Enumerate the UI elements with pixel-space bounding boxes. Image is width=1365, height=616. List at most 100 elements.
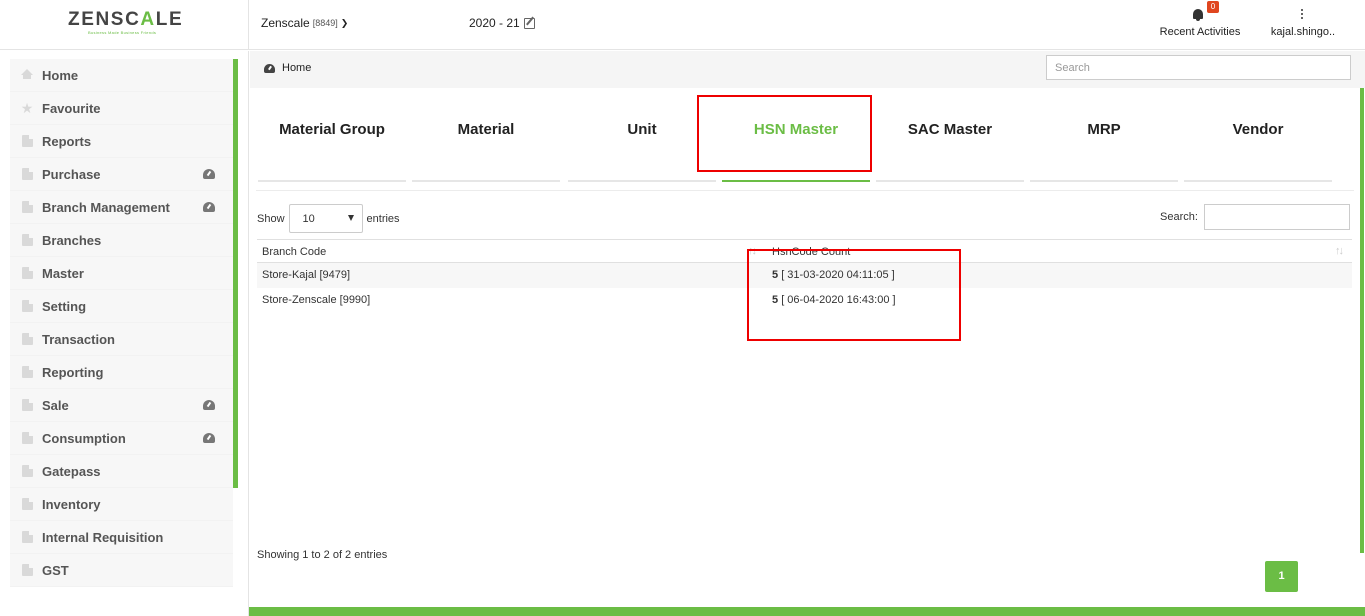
sidebar-item-internal-requisition[interactable]: Internal Requisition — [10, 521, 233, 554]
tab-material[interactable]: Material — [412, 95, 560, 183]
tab-underline — [1030, 180, 1178, 182]
search-input[interactable] — [1046, 55, 1351, 80]
sort-icon[interactable]: ↑↓ — [1335, 245, 1344, 257]
folder-icon — [20, 333, 34, 345]
sidebar-menu: Home ★ Favourite Reports Purchase Branch… — [10, 59, 233, 587]
tab-underline — [412, 180, 560, 182]
column-branch-code[interactable]: Branch Code — [262, 246, 326, 258]
sidebar-item-setting[interactable]: Setting — [10, 290, 233, 323]
sidebar-item-reporting[interactable]: Reporting — [10, 356, 233, 389]
dashboard-icon[interactable] — [203, 169, 215, 179]
table-search-input[interactable] — [1203, 204, 1350, 230]
tab-label: SAC Master — [907, 121, 993, 138]
sidebar-item-home[interactable]: Home — [10, 59, 233, 92]
folder-icon — [20, 564, 34, 576]
tab-vendor[interactable]: Vendor — [1184, 95, 1332, 183]
company-selector[interactable]: Zenscale [8849] ❯ — [261, 16, 348, 30]
footer-bar — [249, 607, 1365, 616]
recent-activities-button[interactable]: 0 Recent Activities — [1150, 1, 1250, 47]
tab-mrp[interactable]: MRP — [1030, 95, 1178, 183]
highlight-box — [697, 95, 872, 172]
sidebar-item-consumption[interactable]: Consumption — [10, 422, 233, 455]
fiscal-year-label: 2020 - 21 — [469, 16, 520, 30]
sidebar-item-gatepass[interactable]: Gatepass — [10, 455, 233, 488]
pagination-page-button[interactable]: 1 — [1265, 561, 1298, 592]
page-length-select[interactable]: 10 — [288, 204, 363, 233]
sidebar-item-inventory[interactable]: Inventory — [10, 488, 233, 521]
folder-icon — [20, 432, 34, 444]
tab-material-group[interactable]: Material Group — [258, 95, 406, 183]
branch-code-cell: Store-Kajal [9479] — [262, 269, 351, 281]
show-label: Show — [257, 212, 285, 225]
tab-unit[interactable]: Unit — [568, 95, 716, 183]
sidebar-item-gst[interactable]: GST — [10, 554, 233, 587]
file-icon — [20, 135, 34, 147]
sidebar-item-label: Gatepass — [42, 463, 101, 479]
branch-code-cell: Store-Zenscale [9990] — [262, 294, 371, 306]
sidebar-item-master[interactable]: Master — [10, 257, 233, 290]
folder-icon — [20, 465, 34, 477]
sidebar-item-reports[interactable]: Reports — [10, 125, 233, 158]
page-length-control: Show 10 entries — [257, 204, 400, 233]
more-vertical-icon — [1301, 9, 1304, 20]
user-menu[interactable]: kajal.shingo.. — [1265, 3, 1341, 47]
recent-activities-label: Recent Activities — [1159, 26, 1241, 38]
dashboard-icon[interactable] — [203, 433, 215, 443]
sidebar-item-label: Branches — [42, 232, 102, 248]
logo[interactable]: ZENSCALE Business Made Business Friends — [0, 0, 249, 50]
company-name: Zenscale — [261, 16, 310, 30]
sidebar-item-label: Sale — [42, 397, 69, 413]
user-name: kajal.shingo.. — [1270, 26, 1336, 38]
sidebar: Home ★ Favourite Reports Purchase Branch… — [0, 51, 249, 616]
folder-icon — [20, 531, 34, 543]
sidebar-item-label: GST — [42, 562, 69, 578]
sidebar-item-label: Master — [42, 265, 84, 281]
folder-icon — [20, 201, 34, 213]
dashboard-icon[interactable] — [203, 202, 215, 212]
sidebar-item-branches[interactable]: Branches — [10, 224, 233, 257]
sidebar-item-label: Internal Requisition — [42, 529, 164, 545]
folder-icon — [20, 498, 34, 510]
tab-label: Material — [457, 121, 515, 138]
sidebar-item-purchase[interactable]: Purchase — [10, 158, 233, 191]
fiscal-year[interactable]: 2020 - 21 — [469, 16, 535, 30]
folder-icon — [20, 267, 34, 279]
tab-sac-master[interactable]: SAC Master — [876, 95, 1024, 183]
sidebar-scrollbar[interactable] — [233, 59, 238, 488]
notification-badge: 0 — [1207, 1, 1219, 13]
breadcrumb-label: Home — [282, 62, 312, 74]
tab-underline — [722, 180, 870, 182]
sidebar-item-label: Inventory — [42, 496, 101, 512]
folder-icon — [20, 399, 34, 411]
breadcrumb-home[interactable]: Home — [264, 62, 311, 74]
sidebar-item-label: Reports — [42, 133, 92, 149]
tab-label: Vendor — [1232, 121, 1284, 138]
sidebar-item-sale[interactable]: Sale — [10, 389, 233, 422]
sidebar-item-branch-management[interactable]: Branch Management — [10, 191, 233, 224]
dashboard-icon — [264, 63, 275, 73]
tab-underline — [568, 180, 716, 182]
sidebar-item-label: Setting — [42, 298, 87, 314]
search-label: Search: — [1160, 211, 1198, 223]
tab-underline — [876, 180, 1024, 182]
dashboard-icon[interactable] — [203, 400, 215, 410]
highlight-box — [747, 249, 961, 341]
logo-tagline: Business Made Business Friends — [88, 30, 157, 35]
company-code: [8849] — [312, 18, 338, 28]
bell-icon — [1193, 9, 1203, 21]
tab-underline — [1184, 180, 1332, 182]
tab-label: Material Group — [279, 121, 385, 138]
folder-icon — [20, 168, 34, 180]
folder-icon — [20, 300, 34, 312]
sidebar-item-favourite[interactable]: ★ Favourite — [10, 92, 233, 125]
sidebar-item-label: Transaction — [42, 331, 115, 347]
star-icon: ★ — [20, 100, 34, 116]
edit-icon[interactable] — [523, 17, 535, 29]
sidebar-item-label: Favourite — [42, 100, 101, 116]
divider — [256, 190, 1354, 191]
folder-icon — [20, 234, 34, 246]
table-search: Search: — [1160, 204, 1350, 230]
content-scrollbar[interactable] — [1360, 88, 1364, 553]
table-info: Showing 1 to 2 of 2 entries — [257, 549, 388, 561]
sidebar-item-transaction[interactable]: Transaction — [10, 323, 233, 356]
